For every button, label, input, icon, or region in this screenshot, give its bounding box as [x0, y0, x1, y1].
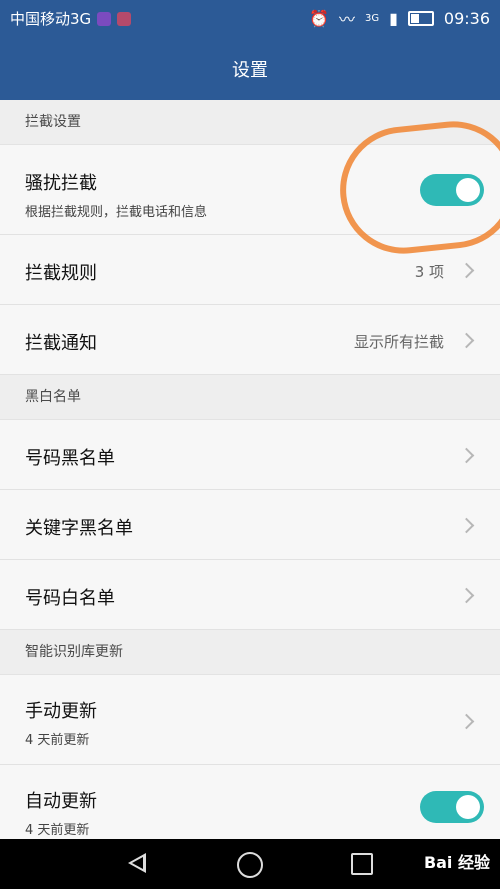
time-text: 09:36 — [443, 8, 490, 28]
system-nav-bar: Bai 经验 — [0, 839, 500, 889]
row-label: 号码黑名单 — [25, 448, 115, 469]
signal-icon: ▮ — [389, 8, 398, 28]
row-sublabel: 4 天前更新 — [25, 733, 90, 748]
page-title: 设置 — [232, 60, 268, 81]
section-header-blackwhite-list: 黑白名单 — [0, 375, 500, 420]
row-label: 关键字黑名单 — [25, 518, 133, 539]
status-right: ⏰ 〰 3G ▮ 09:36 — [309, 6, 490, 30]
row-label: 手动更新 — [25, 701, 97, 722]
alarm-icon: ⏰ — [309, 8, 329, 28]
wifi-icon: 〰 — [338, 10, 355, 29]
auto-update-toggle[interactable] — [420, 791, 484, 823]
row-number-whitelist[interactable]: 号码白名单 — [0, 560, 500, 630]
recent-apps-icon[interactable] — [351, 853, 373, 875]
row-label: 号码白名单 — [25, 588, 115, 609]
toggle-knob — [456, 795, 480, 819]
network-tag: 3G — [364, 12, 380, 24]
row-keyword-blacklist[interactable]: 关键字黑名单 — [0, 490, 500, 560]
row-intercept-notification[interactable]: 拦截通知 显示所有拦截 — [0, 305, 500, 375]
row-value: 3 项 — [414, 263, 444, 281]
app-notification-icon-2 — [117, 11, 132, 26]
home-icon[interactable] — [237, 852, 263, 878]
row-sublabel: 4 天前更新 — [25, 823, 90, 838]
status-bar: 中国移动3G ⏰ 〰 3G ▮ 09:36 — [0, 0, 500, 34]
baidu-jingyan-watermark: Bai 经验 — [423, 853, 490, 872]
row-auto-update[interactable]: 自动更新 4 天前更新 — [0, 765, 500, 845]
row-number-blacklist[interactable]: 号码黑名单 — [0, 420, 500, 490]
title-bar: 设置 — [0, 34, 500, 100]
row-value: 显示所有拦截 — [353, 333, 444, 351]
status-left: 中国移动3G — [10, 8, 132, 29]
section-header-smart-library: 智能识别库更新 — [0, 630, 500, 675]
row-manual-update[interactable]: 手动更新 4 天前更新 — [0, 675, 500, 765]
battery-icon — [407, 10, 434, 26]
carrier-text: 中国移动3G — [10, 10, 92, 28]
app-notification-icon — [97, 11, 112, 26]
back-icon[interactable] — [128, 853, 146, 873]
